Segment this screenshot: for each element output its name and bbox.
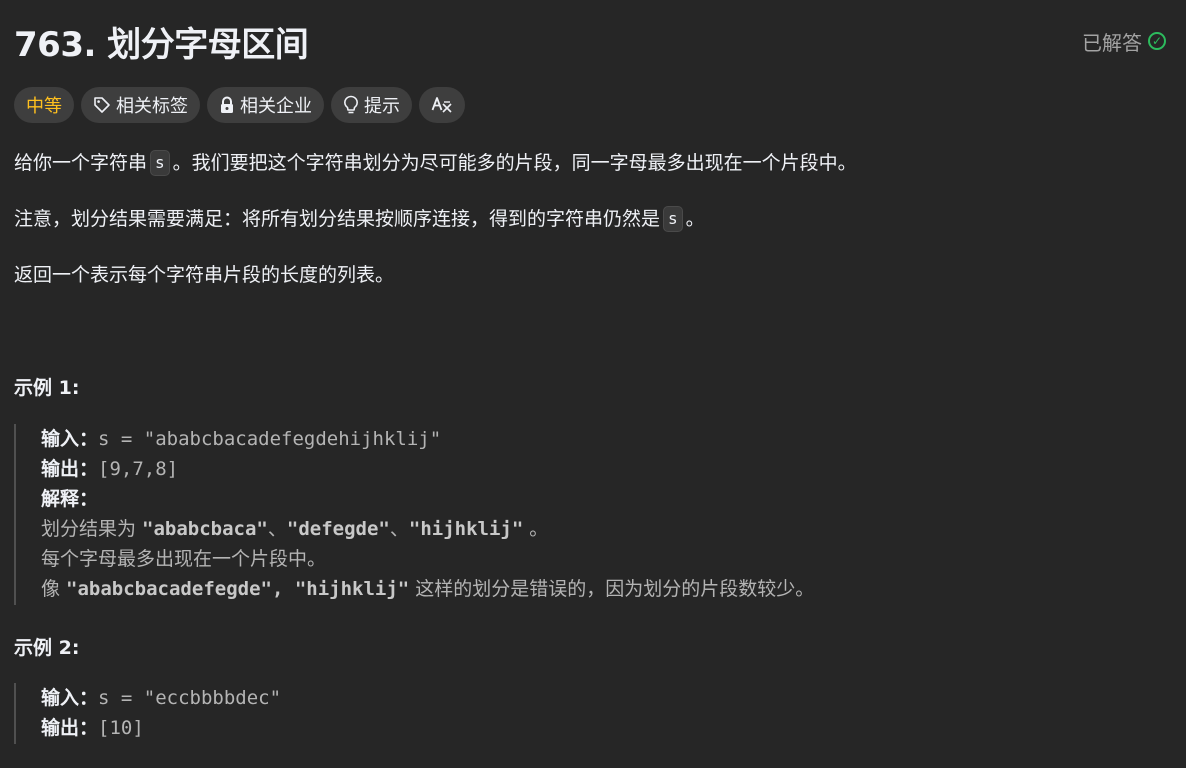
problem-title[interactable]: 763. 划分字母区间 [14, 17, 309, 66]
partition-2: "defegde" [286, 518, 390, 540]
explain-text: 这样的划分是错误的，因为划分的片段数较少。 [409, 578, 815, 600]
example-2-title: 示例 2: [14, 637, 80, 659]
related-tags-label: 相关标签 [116, 96, 188, 117]
wrong-partition: "ababcbacadefegde", "hijhklij" [66, 578, 410, 600]
explain-line-1: 划分结果为 "ababcbaca"、"defegde"、"hijhklij" 。 [41, 514, 814, 544]
check-circle-icon: ✓ [1148, 32, 1166, 50]
explain-text: 划分结果为 [41, 518, 143, 540]
p2-text-a: 注意，划分结果需要满足：将所有划分结果按顺序连接，得到的字符串仍然是 [14, 208, 661, 230]
input-label: 输入： [41, 428, 99, 450]
example-2-input: 输入：s = "eccbbbbdec" [41, 683, 281, 713]
input-label: 输入： [41, 687, 99, 709]
problem-page: 763. 划分字母区间 已解答 ✓ 中等 相关标签 相关企业 提示 给你一个字符… [0, 0, 1186, 768]
p2-text-b: 。 [685, 208, 705, 230]
example-2-block: 输入：s = "eccbbbbdec" 输出：[10] [14, 683, 281, 744]
tag-bar: 中等 相关标签 相关企业 提示 [14, 87, 1172, 123]
explain-end: 。 [523, 518, 549, 540]
related-companies-button[interactable]: 相关企业 [207, 87, 324, 123]
title-row: 763. 划分字母区间 已解答 ✓ [14, 0, 1172, 82]
hint-label: 提示 [364, 96, 400, 117]
example-2-output: 输出：[10] [41, 713, 281, 743]
related-tags-button[interactable]: 相关标签 [81, 87, 200, 123]
example-1-explain: 解释： [41, 484, 814, 514]
example-1-output: 输出：[9,7,8] [41, 454, 814, 484]
output-label: 输出： [41, 717, 99, 739]
explain-line-3: 像 "ababcbacadefegde", "hijhklij" 这样的划分是错… [41, 574, 814, 604]
description-paragraph-3: 返回一个表示每个字符串片段的长度的列表。 [14, 261, 394, 289]
output-value: [10] [98, 717, 144, 739]
description-paragraph-2: 注意，划分结果需要满足：将所有划分结果按顺序连接，得到的字符串仍然是 s。 [14, 205, 705, 233]
solved-status: 已解答 ✓ [1082, 27, 1166, 56]
explain-text: 像 [41, 578, 67, 600]
inline-code: s [150, 150, 170, 176]
explain-label: 解释： [41, 488, 99, 510]
hint-button[interactable]: 提示 [331, 87, 412, 123]
input-value: s = "ababcbacadefegdehijhklij" [98, 428, 442, 450]
partition-1: "ababcbaca" [142, 518, 268, 540]
difficulty-label: 中等 [26, 96, 62, 117]
example-1-title: 示例 1: [14, 377, 80, 399]
input-value: s = "eccbbbbdec" [98, 687, 282, 709]
separator: 、 [389, 518, 409, 540]
solved-label: 已解答 [1082, 30, 1142, 55]
example-1-input: 输入：s = "ababcbacadefegdehijhklij" [41, 424, 814, 454]
difficulty-badge: 中等 [14, 87, 74, 123]
related-companies-label: 相关企业 [240, 96, 312, 117]
lock-icon [221, 96, 233, 113]
output-label: 输出： [41, 458, 99, 480]
translate-button[interactable] [419, 87, 465, 123]
p1-text-b: 。我们要把这个字符串划分为尽可能多的片段，同一字母最多出现在一个片段中。 [172, 152, 857, 174]
explain-line-2: 每个字母最多出现在一个片段中。 [41, 548, 327, 570]
p1-text-a: 给你一个字符串 [14, 152, 148, 174]
translate-icon [431, 97, 452, 113]
separator: 、 [267, 518, 287, 540]
lightbulb-icon [344, 95, 358, 114]
inline-code: s [663, 206, 683, 232]
p3-text: 返回一个表示每个字符串片段的长度的列表。 [14, 264, 395, 286]
description-paragraph-1: 给你一个字符串 s 。我们要把这个字符串划分为尽可能多的片段，同一字母最多出现在一个… [14, 149, 857, 177]
example-1-block: 输入：s = "ababcbacadefegdehijhklij" 输出：[9,… [14, 424, 814, 605]
tag-icon [94, 97, 110, 113]
partition-3: "hijhklij" [408, 518, 524, 540]
output-value: [9,7,8] [98, 458, 179, 480]
